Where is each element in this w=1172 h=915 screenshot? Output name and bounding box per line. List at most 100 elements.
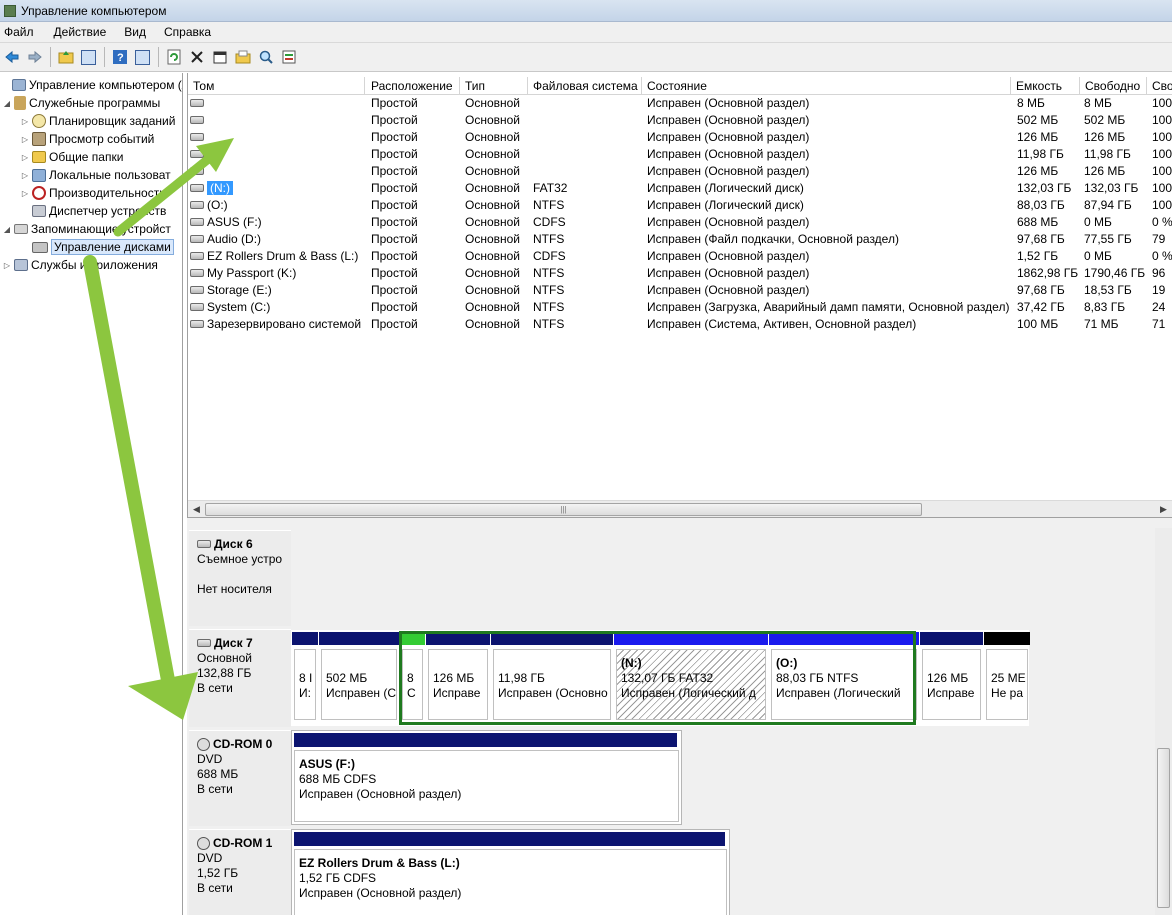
open-icon[interactable]: [233, 48, 252, 67]
partition[interactable]: 8 I И:: [292, 632, 318, 722]
tree-twisty[interactable]: ◢: [2, 225, 12, 234]
disk-7-label[interactable]: Диск 7 Основной 132,88 ГБ В сети: [189, 629, 291, 727]
volume-row[interactable]: Audio (D:) Простой Основной NTFS Исправен (Ф…: [188, 231, 1172, 248]
partition-bar: [920, 632, 983, 645]
column-header-volume[interactable]: Том: [188, 77, 365, 95]
disk-6-label[interactable]: Диск 6 Съемное устро Нет носителя: [189, 530, 291, 626]
tree-item-shared-folders[interactable]: ▷ Общие папки: [20, 148, 124, 166]
cdrom-1-partition[interactable]: EZ Rollers Drum & Bass (L:) 1,52 ГБ CDFS…: [291, 829, 730, 915]
partition[interactable]: 126 МБ Исправе: [920, 632, 983, 722]
column-header-status[interactable]: Состояние: [642, 77, 1011, 95]
tree-item-computer-management[interactable]: Управление компьютером (л: [0, 76, 182, 94]
tree-item-disk-management[interactable]: Управление дисками: [20, 238, 174, 256]
tree-item-device-manager[interactable]: Диспетчер устройств: [20, 202, 166, 220]
menu-file[interactable]: Файл: [0, 25, 39, 39]
volume-row[interactable]: (O:) Простой Основной NTFS Исправен (Логичес…: [188, 197, 1172, 214]
up-folder-icon[interactable]: [56, 48, 75, 67]
column-header-type[interactable]: Тип: [460, 77, 528, 95]
tree-twisty[interactable]: ▷: [20, 189, 30, 198]
cdrom-1-label[interactable]: CD-ROM 1 DVD 1,52 ГБ В сети: [189, 829, 291, 915]
column-header-layout[interactable]: Расположение: [366, 77, 460, 95]
volume-row[interactable]: Простой Основной Исправен (Основной раздел…: [188, 146, 1172, 163]
volume-icon: [190, 166, 204, 175]
cell-layout: Простой: [371, 113, 418, 127]
menu-view[interactable]: Вид: [119, 25, 151, 39]
cdrom-0-partition[interactable]: ASUS (F:) 688 МБ CDFS Исправен (Основной…: [291, 730, 682, 825]
volume-row[interactable]: Зарезервировано системой Простой Основной N…: [188, 316, 1172, 333]
export-icon[interactable]: [279, 48, 298, 67]
cell-free: 0 МБ: [1084, 215, 1112, 229]
partition[interactable]: 25 МЕ Не ра: [984, 632, 1030, 722]
cell-capacity: 8 МБ: [1017, 96, 1045, 110]
scroll-right-icon[interactable]: ▶: [1155, 501, 1172, 518]
tree-twisty[interactable]: ◢: [2, 99, 12, 108]
partition-bar: [292, 632, 318, 645]
cell-filesystem: NTFS: [533, 232, 565, 246]
volume-row[interactable]: Простой Основной Исправен (Основной раздел…: [188, 95, 1172, 112]
cell-layout: Простой: [371, 147, 418, 161]
cell-type: Основной: [465, 300, 521, 314]
cell-free: 126 МБ: [1084, 130, 1126, 144]
cell-type: Основной: [465, 147, 521, 161]
tree-item-storage[interactable]: ◢ Запоминающие устройст: [2, 220, 171, 238]
volume-row[interactable]: My Passport (K:) Простой Основной NTFS Испра…: [188, 265, 1172, 282]
volume-row[interactable]: ASUS (F:) Простой Основной CDFS Исправен (Ос…: [188, 214, 1172, 231]
column-header-capacity[interactable]: Емкость: [1011, 77, 1080, 95]
menu-help[interactable]: Справка: [159, 25, 216, 39]
search-icon[interactable]: [256, 48, 275, 67]
cell-percent-free: 100: [1152, 113, 1172, 127]
tree-item-event-viewer[interactable]: ▷ Просмотр событий: [20, 130, 154, 148]
cell-capacity: 88,03 ГБ: [1017, 198, 1065, 212]
tree-item-services-applications[interactable]: ▷ Службы и приложения: [2, 256, 158, 274]
vertical-scrollbar[interactable]: [1155, 528, 1172, 915]
volume-row[interactable]: Storage (E:) Простой Основной NTFS Исправен …: [188, 282, 1172, 299]
scrollbar-thumb[interactable]: |||: [205, 503, 922, 516]
volume-row[interactable]: Простой Основной Исправен (Основной раздел…: [188, 112, 1172, 129]
cell-free: 77,55 ГБ: [1084, 232, 1132, 246]
scrollbar-thumb[interactable]: [1157, 748, 1170, 908]
help-icon[interactable]: ?: [110, 48, 129, 67]
volume-row[interactable]: Простой Основной Исправен (Основной раздел…: [188, 129, 1172, 146]
column-header-percent-free[interactable]: Сво: [1147, 77, 1172, 95]
show-hide-tree-icon[interactable]: [79, 48, 98, 67]
tree-twisty[interactable]: ▷: [20, 153, 30, 162]
tree-twisty[interactable]: ▷: [20, 117, 30, 126]
menu-action[interactable]: Действие: [49, 25, 112, 39]
partition-size: 502 МБ: [326, 671, 368, 685]
cell-volume: System (C:): [190, 299, 365, 316]
column-header-free[interactable]: Свободно: [1080, 77, 1147, 95]
volume-icon: [190, 285, 204, 294]
partition[interactable]: 502 МБ Исправен (С: [319, 632, 399, 722]
delete-icon[interactable]: [187, 48, 206, 67]
extended-partition-selection: [399, 631, 916, 725]
tree-twisty[interactable]: ▷: [20, 171, 30, 180]
tree-twisty[interactable]: ▷: [2, 261, 12, 270]
pane-splitter[interactable]: [187, 518, 1172, 528]
tree-twisty[interactable]: ▷: [20, 135, 30, 144]
partition-label: ASUS (F:): [299, 757, 355, 771]
volume-row[interactable]: EZ Rollers Drum & Bass (L:) Простой Основн…: [188, 248, 1172, 265]
tree-item-system-tools[interactable]: ◢ Служебные программы: [2, 94, 160, 112]
partition-status: Исправен (Основной раздел): [299, 787, 462, 801]
tree-item-local-users[interactable]: ▷ Локальные пользоват: [20, 166, 171, 184]
tree-label: Служебные программы: [29, 96, 161, 110]
refresh-icon[interactable]: [164, 48, 183, 67]
cdrom-0-label[interactable]: CD-ROM 0 DVD 688 МБ В сети: [189, 730, 291, 826]
back-icon[interactable]: [2, 48, 21, 67]
volume-row[interactable]: (N:) Простой Основной FAT32 Исправен (Логиче…: [188, 180, 1172, 197]
cell-type: Основной: [465, 283, 521, 297]
properties-icon[interactable]: [210, 48, 229, 67]
volume-row[interactable]: System (C:) Простой Основной NTFS Исправен (…: [188, 299, 1172, 316]
cell-status: Исправен (Основной раздел): [647, 283, 810, 297]
console-icon[interactable]: [133, 48, 152, 67]
users-icon: [32, 168, 46, 182]
tree-item-task-scheduler[interactable]: ▷ Планировщик заданий: [20, 112, 175, 130]
forward-icon[interactable]: [25, 48, 44, 67]
column-header-filesystem[interactable]: Файловая система: [528, 77, 642, 95]
volume-row[interactable]: Простой Основной Исправен (Основной раздел…: [188, 163, 1172, 180]
cell-layout: Простой: [371, 266, 418, 280]
scroll-left-icon[interactable]: ◀: [188, 501, 205, 518]
horizontal-scrollbar[interactable]: ◀ ||| ▶: [188, 500, 1172, 517]
tree-item-performance[interactable]: ▷ Производительность: [20, 184, 165, 202]
partition-bar: [319, 632, 399, 645]
